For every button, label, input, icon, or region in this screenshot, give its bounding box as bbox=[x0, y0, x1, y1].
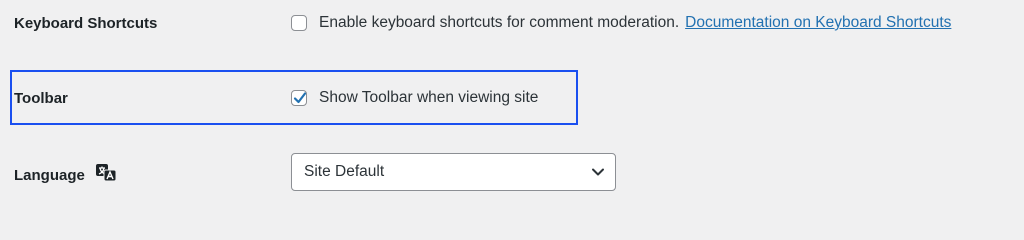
language-label-wrap: Language bbox=[14, 164, 117, 188]
keyboard-shortcuts-checkbox-text[interactable]: Enable keyboard shortcuts for comment mo… bbox=[319, 14, 679, 32]
language-label: Language bbox=[14, 166, 85, 184]
language-select-value: Site Default bbox=[304, 163, 385, 180]
checkmark-icon bbox=[293, 92, 307, 104]
keyboard-shortcuts-field: Enable keyboard shortcuts for comment mo… bbox=[291, 14, 951, 32]
translation-icon bbox=[95, 162, 117, 186]
keyboard-shortcuts-label: Keyboard Shortcuts bbox=[14, 15, 158, 32]
keyboard-shortcuts-documentation-link[interactable]: Documentation on Keyboard Shortcuts bbox=[685, 14, 951, 32]
toolbar-checkbox-text[interactable]: Show Toolbar when viewing site bbox=[319, 89, 538, 107]
toolbar-field: Show Toolbar when viewing site bbox=[291, 89, 538, 107]
toolbar-checkbox[interactable] bbox=[291, 90, 307, 106]
keyboard-shortcuts-checkbox[interactable] bbox=[291, 15, 307, 31]
chevron-down-icon bbox=[592, 168, 604, 176]
toolbar-label: Toolbar bbox=[14, 90, 68, 107]
language-select[interactable]: Site Default bbox=[291, 153, 616, 191]
